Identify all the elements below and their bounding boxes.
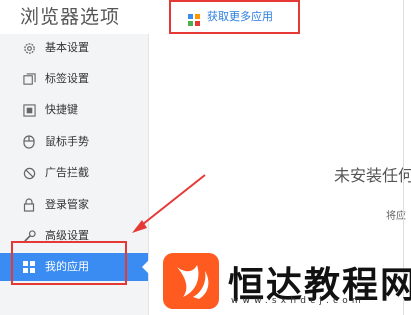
watermark-url: www.sxhdcj.com [231,296,365,306]
watermark-logo [163,253,219,313]
